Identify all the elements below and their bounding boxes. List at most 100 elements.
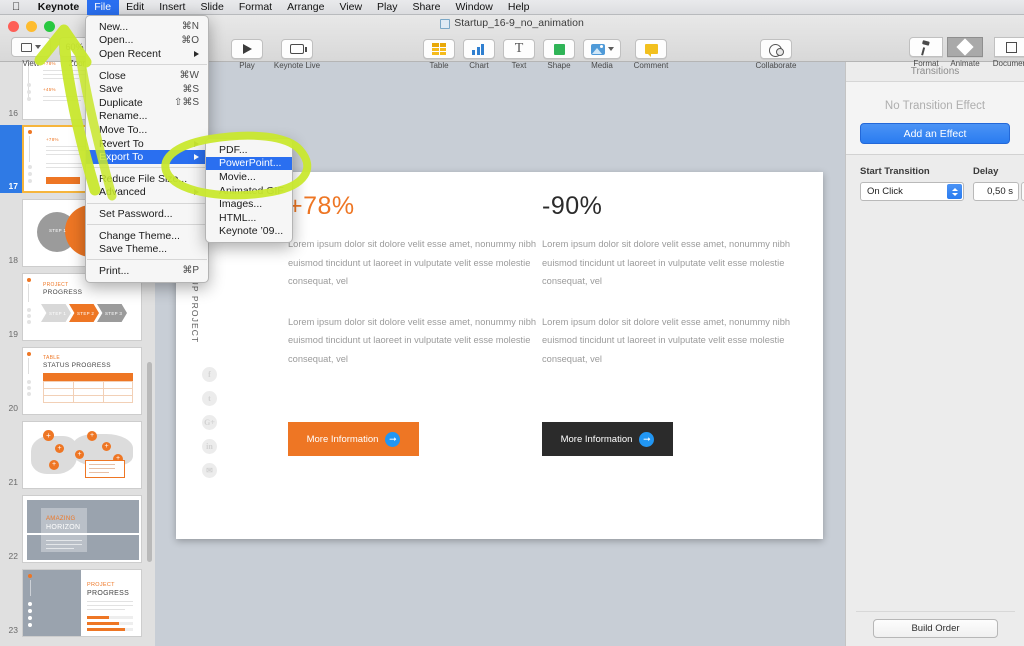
slide-thumbnail-23[interactable]: 23 PROJECT PROGRESS <box>0 569 155 637</box>
comment-button-box[interactable] <box>635 39 667 59</box>
menu-item-open[interactable]: Open... ⌘O <box>86 34 208 48</box>
menu-item-new[interactable]: New... ⌘N <box>86 20 208 34</box>
build-order-button[interactable]: Build Order <box>873 619 998 638</box>
menu-item-label: Move To... <box>99 123 148 136</box>
keynote-live-box[interactable] <box>281 39 313 59</box>
menu-item-label: Images... <box>219 198 263 211</box>
start-transition-select[interactable]: On Click <box>860 182 964 201</box>
slide-thumbnail-22[interactable]: 22 AMAZING HORIZON <box>0 495 155 563</box>
media-button[interactable]: Media <box>580 39 624 70</box>
table-label: Table <box>429 61 449 70</box>
menu-item-reduce-file-size[interactable]: Reduce File Size... <box>86 172 208 186</box>
menu-insert[interactable]: Insert <box>152 0 193 15</box>
animate-tab-box[interactable] <box>947 37 983 57</box>
menu-item-duplicate[interactable]: Duplicate ⇧⌘S <box>86 96 208 110</box>
export-item-keynote-09[interactable]: Keynote ’09... <box>206 225 292 239</box>
slide-thumbnail-21[interactable]: 21 + + + + + + + <box>0 421 155 489</box>
chart-button[interactable]: Chart <box>460 39 498 70</box>
menu-help[interactable]: Help <box>500 0 537 15</box>
play-button-box[interactable] <box>231 39 263 59</box>
menu-item-save-theme[interactable]: Save Theme... <box>86 242 208 256</box>
export-item-movie[interactable]: Movie... <box>206 170 292 184</box>
menu-item-label: Save Theme... <box>99 243 168 256</box>
media-button-box[interactable] <box>583 39 621 59</box>
slide-thumbnail-20[interactable]: 20 TABLE STATUS PROGRESS <box>0 347 155 415</box>
chart-button-box[interactable] <box>463 39 495 59</box>
menu-item-print[interactable]: Print... ⌘P <box>86 264 208 278</box>
export-item-animated-gif[interactable]: Animated GIF <box>206 184 292 198</box>
format-tab[interactable]: Format <box>908 37 944 68</box>
menu-slide[interactable]: Slide <box>193 0 231 15</box>
comment-button[interactable]: Comment <box>626 39 676 70</box>
slide-thumbnail-19[interactable]: 19 PROJECT PROGRESS STEP 1 STEP 2 STEP 3 <box>0 273 155 341</box>
shape-label: Shape <box>547 61 571 70</box>
social-icon-column: f t G+ in ✉ <box>202 367 217 478</box>
menu-separator <box>87 224 207 226</box>
shape-button-box[interactable] <box>543 39 575 59</box>
linkedin-icon[interactable]: in <box>202 439 217 454</box>
play-label: Play <box>239 61 255 70</box>
twitter-icon[interactable]: t <box>202 391 217 406</box>
select-stepper-icon[interactable] <box>947 184 962 199</box>
slide-number: 20 <box>8 403 18 413</box>
view-button-box[interactable] <box>11 37 51 57</box>
menu-arrange[interactable]: Arrange <box>280 0 332 15</box>
menu-item-revert-to[interactable]: Revert To <box>86 137 208 151</box>
menu-item-move-to[interactable]: Move To... <box>86 123 208 137</box>
menu-format[interactable]: Format <box>231 0 279 15</box>
sidebar-scrollbar[interactable] <box>147 362 152 562</box>
menu-item-set-password[interactable]: Set Password... <box>86 207 208 221</box>
animate-tab[interactable]: Animate <box>946 37 984 68</box>
menu-item-shortcut: ⌘P <box>182 265 199 277</box>
menu-edit[interactable]: Edit <box>119 0 152 15</box>
googleplus-icon[interactable]: G+ <box>202 415 217 430</box>
more-information-button-left[interactable]: More Information ➞ <box>288 422 419 456</box>
menu-item-save[interactable]: Save ⌘S <box>86 82 208 96</box>
file-menu-dropdown[interactable]: New... ⌘N Open... ⌘O Open Recent Close ⌘W S… <box>85 15 209 283</box>
text-button-box[interactable]: T <box>503 39 535 59</box>
menu-share[interactable]: Share <box>405 0 448 15</box>
thumb-title-small: PROJECT <box>87 582 115 588</box>
export-item-images[interactable]: Images... <box>206 197 292 211</box>
table-button[interactable]: Table <box>420 39 458 70</box>
menu-item-label: Print... <box>99 264 130 277</box>
menu-keynote[interactable]: Keynote <box>30 0 86 15</box>
table-button-box[interactable] <box>423 39 455 59</box>
export-item-html[interactable]: HTML... <box>206 211 292 225</box>
document-tab-box[interactable] <box>994 37 1024 57</box>
format-tab-box[interactable] <box>909 37 943 57</box>
thumb-title-big: STATUS PROGRESS <box>43 362 111 369</box>
menu-item-close[interactable]: Close ⌘W <box>86 69 208 83</box>
menu-item-advanced[interactable]: Advanced <box>86 186 208 200</box>
export-item-pdf[interactable]: PDF... <box>206 143 292 157</box>
menu-item-label: Keynote ’09... <box>219 225 284 238</box>
shape-button[interactable]: Shape <box>540 39 578 70</box>
delay-label: Delay <box>973 166 999 177</box>
menu-view[interactable]: View <box>332 0 370 15</box>
export-item-powerpoint[interactable]: PowerPoint... <box>206 156 292 171</box>
menu-window[interactable]: Window <box>448 0 500 15</box>
menu-item-export-to[interactable]: Export To <box>86 150 208 164</box>
collaborate-button[interactable]: Collaborate <box>748 39 804 70</box>
menu-item-change-theme[interactable]: Change Theme... <box>86 229 208 243</box>
add-an-effect-button[interactable]: Add an Effect <box>860 123 1010 144</box>
export-to-submenu[interactable]: PDF... PowerPoint... Movie... Animated G… <box>205 138 293 244</box>
menu-item-label: Close <box>99 69 126 82</box>
delay-input[interactable]: 0,50 s <box>973 182 1019 201</box>
email-icon[interactable]: ✉ <box>202 463 217 478</box>
menu-item-open-recent[interactable]: Open Recent <box>86 47 208 61</box>
text-button[interactable]: T Text <box>500 39 538 70</box>
document-tab[interactable]: Document <box>986 37 1024 68</box>
view-button[interactable]: View <box>8 37 54 68</box>
more-information-button-right[interactable]: More Information ➞ <box>542 422 673 456</box>
menu-file[interactable]: File <box>86 0 119 15</box>
transition-effect-section: No Transition Effect Add an Effect <box>846 82 1024 154</box>
apple-icon[interactable]:  <box>0 1 30 13</box>
collaborate-button-box[interactable] <box>760 39 792 59</box>
play-button[interactable]: Play <box>228 39 266 70</box>
menu-play[interactable]: Play <box>370 0 405 15</box>
keynote-live-button[interactable]: Keynote Live <box>268 39 326 70</box>
paragraph-left-1: Lorem ipsum dolor sit dolore velit esse … <box>288 239 537 286</box>
facebook-icon[interactable]: f <box>202 367 217 382</box>
menu-item-rename[interactable]: Rename... <box>86 110 208 124</box>
